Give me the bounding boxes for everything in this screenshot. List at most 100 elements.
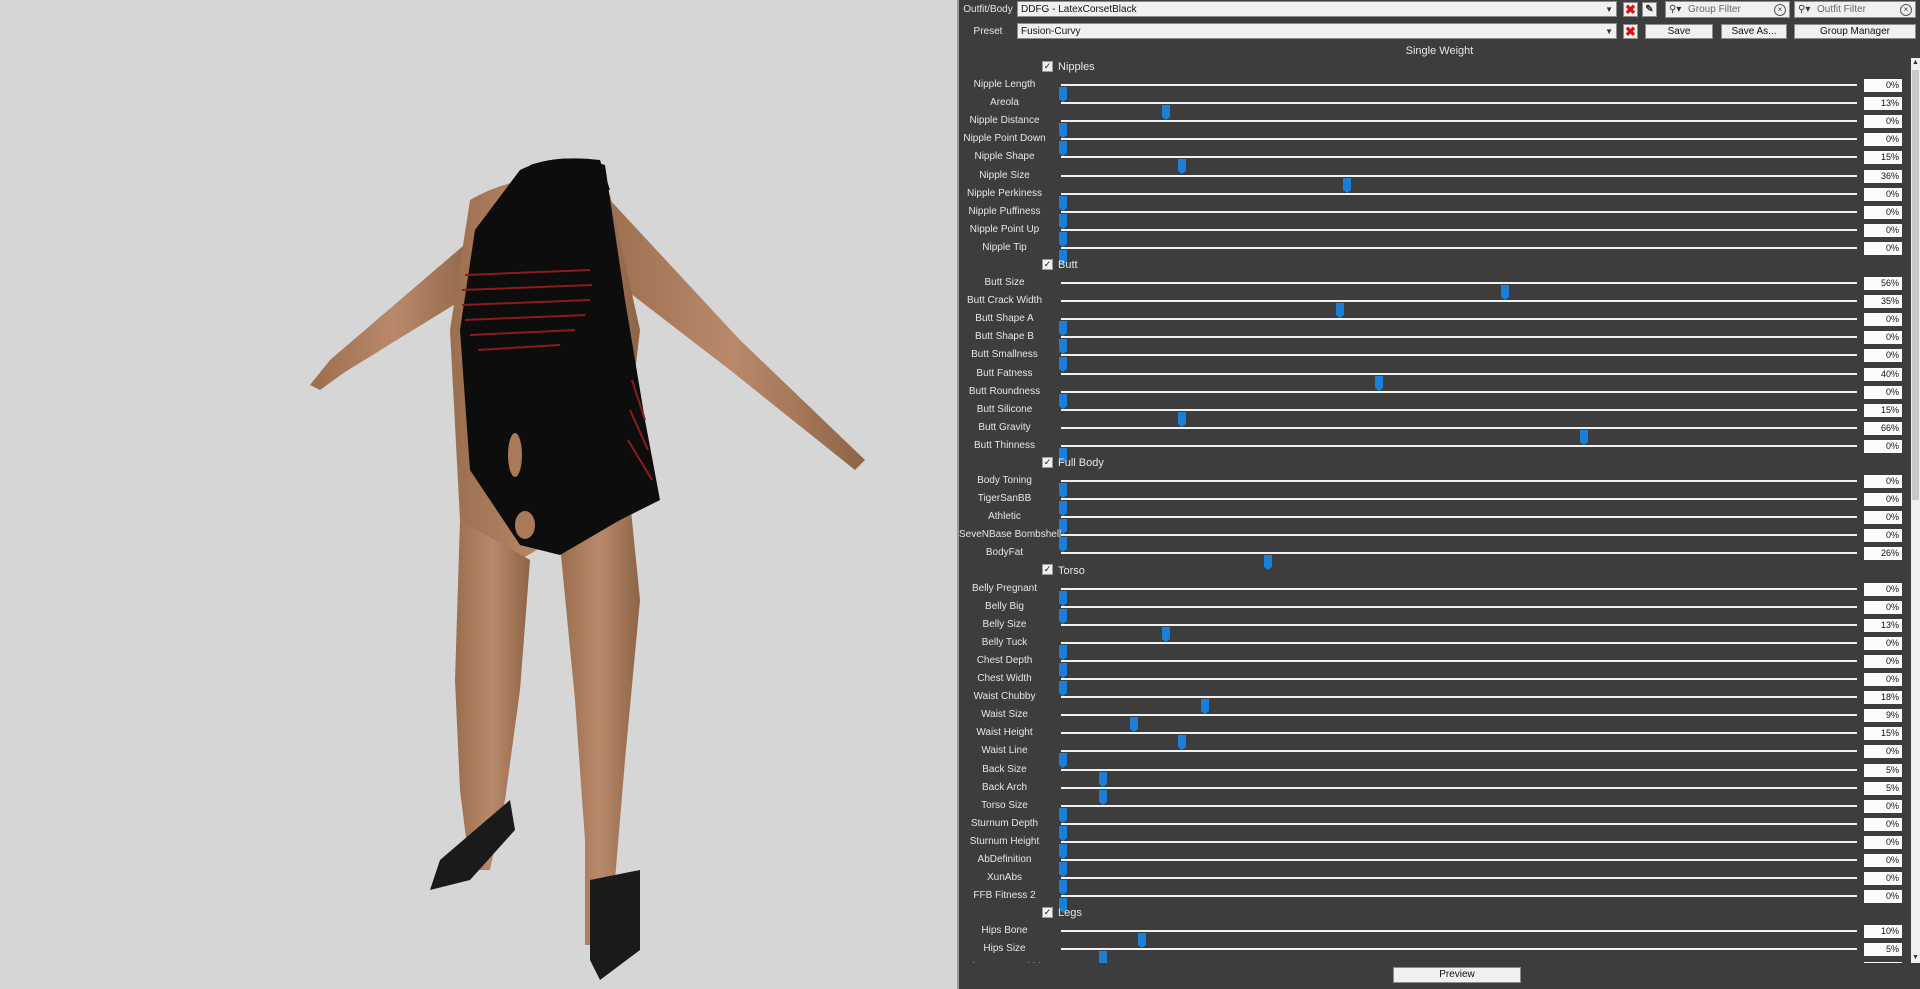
3d-preview-viewport[interactable] bbox=[0, 0, 957, 989]
preset-delete-button[interactable]: ✖ bbox=[1623, 24, 1638, 39]
slider-track[interactable] bbox=[1059, 480, 1857, 498]
slider-list[interactable]: ✓ Nipples Nipple Length 0% Areola 13% Nipple D… bbox=[959, 58, 1911, 963]
scrollbar-thumb[interactable] bbox=[1912, 70, 1919, 500]
slider-track[interactable] bbox=[1059, 605, 1857, 624]
slider-track[interactable] bbox=[1061, 156, 1857, 175]
group-header[interactable]: ✓ Torso bbox=[1042, 564, 1085, 579]
slider-track[interactable] bbox=[1059, 336, 1857, 355]
slider-value-field[interactable]: 0% bbox=[1864, 349, 1902, 363]
outfit-filter-input[interactable]: ⚲▾ Outfit Filter × bbox=[1794, 1, 1916, 18]
slider-track[interactable] bbox=[1059, 895, 1857, 914]
slider-value-field[interactable]: 0% bbox=[1864, 205, 1902, 219]
slider-track[interactable] bbox=[1059, 246, 1857, 265]
slider-value-field[interactable]: 9% bbox=[1864, 709, 1902, 723]
slider-value-field[interactable]: 18% bbox=[1864, 691, 1902, 705]
slider-value-field[interactable]: 10% bbox=[1864, 925, 1902, 939]
slider-track[interactable] bbox=[1059, 659, 1857, 678]
slider-track[interactable] bbox=[1059, 318, 1857, 337]
slider-value-field[interactable]: 29% bbox=[1864, 961, 1902, 963]
slider-value-field[interactable]: 0% bbox=[1864, 600, 1902, 614]
slider-track[interactable] bbox=[1059, 822, 1857, 841]
slider-value-field[interactable]: 5% bbox=[1864, 763, 1902, 777]
slider-track[interactable] bbox=[1059, 804, 1857, 823]
slider-track[interactable] bbox=[1059, 228, 1857, 247]
slider-track[interactable] bbox=[1059, 210, 1857, 229]
slider-track[interactable] bbox=[1059, 641, 1857, 660]
group-header[interactable]: ✓ Legs bbox=[1042, 906, 1082, 921]
slider-value-field[interactable]: 0% bbox=[1864, 745, 1902, 759]
slider-track[interactable] bbox=[1061, 372, 1857, 391]
slider-value-field[interactable]: 0% bbox=[1864, 673, 1902, 686]
clear-circle-icon[interactable]: × bbox=[1900, 4, 1912, 16]
slider-track[interactable] bbox=[1061, 102, 1857, 121]
slider-value-field[interactable]: 0% bbox=[1864, 331, 1902, 345]
slider-track[interactable] bbox=[1059, 534, 1857, 553]
checkbox-checked-icon[interactable]: ✓ bbox=[1042, 258, 1053, 270]
preset-combo[interactable]: Fusion-Curvy ▼ bbox=[1017, 23, 1617, 39]
outfit-combo[interactable]: DDFG - LatexCorsetBlack ▼ bbox=[1017, 1, 1617, 17]
slider-value-field[interactable]: 40% bbox=[1864, 367, 1902, 381]
checkbox-checked-icon[interactable]: ✓ bbox=[1042, 564, 1053, 576]
slider-track[interactable] bbox=[1059, 390, 1857, 409]
slider-value-field[interactable]: 0% bbox=[1864, 817, 1902, 831]
slider-value-field[interactable]: 36% bbox=[1864, 169, 1902, 183]
group-manager-button[interactable]: Group Manager bbox=[1794, 24, 1916, 39]
slider-track[interactable] bbox=[1061, 408, 1857, 427]
slider-value-field[interactable]: 0% bbox=[1864, 799, 1902, 813]
slider-track[interactable] bbox=[1059, 192, 1857, 211]
slider-track[interactable] bbox=[1059, 859, 1857, 877]
slider-value-field[interactable]: 13% bbox=[1864, 97, 1902, 111]
slider-track[interactable] bbox=[1061, 768, 1857, 787]
slider-value-field[interactable]: 0% bbox=[1864, 385, 1902, 399]
slider-thumb[interactable] bbox=[1264, 555, 1273, 571]
slider-track[interactable] bbox=[1061, 696, 1857, 715]
slider-value-field[interactable]: 56% bbox=[1864, 277, 1902, 290]
slider-value-field[interactable]: 26% bbox=[1864, 547, 1902, 561]
slider-value-field[interactable]: 15% bbox=[1864, 151, 1902, 165]
slider-track[interactable] bbox=[1059, 498, 1857, 517]
slider-value-field[interactable]: 5% bbox=[1864, 781, 1902, 795]
slider-track[interactable] bbox=[1059, 750, 1857, 769]
save-as-button[interactable]: Save As... bbox=[1721, 24, 1787, 39]
slider-track[interactable] bbox=[1059, 120, 1857, 139]
slider-track[interactable] bbox=[1061, 786, 1857, 805]
preview-button[interactable]: Preview bbox=[1393, 967, 1521, 983]
slider-value-field[interactable]: 0% bbox=[1864, 79, 1902, 92]
slider-track[interactable] bbox=[1061, 300, 1857, 319]
slider-value-field[interactable]: 0% bbox=[1864, 511, 1902, 525]
outfit-delete-button[interactable]: ✖ bbox=[1623, 2, 1638, 17]
slider-value-field[interactable]: 0% bbox=[1864, 872, 1902, 886]
slider-value-field[interactable]: 0% bbox=[1864, 187, 1902, 201]
slider-track[interactable] bbox=[1061, 623, 1857, 642]
slider-track[interactable] bbox=[1059, 587, 1857, 606]
eyedropper-button[interactable]: ✎ bbox=[1642, 2, 1657, 17]
slider-value-field[interactable]: 0% bbox=[1864, 529, 1902, 543]
slider-track[interactable] bbox=[1059, 840, 1857, 859]
scroll-up-icon[interactable]: ▲ bbox=[1911, 58, 1920, 68]
group-filter-input[interactable]: ⚲▾ Group Filter × bbox=[1665, 1, 1790, 18]
slider-value-field[interactable]: 66% bbox=[1864, 421, 1902, 435]
slider-track[interactable] bbox=[1061, 282, 1857, 300]
slider-track[interactable] bbox=[1059, 138, 1857, 157]
slider-track[interactable] bbox=[1059, 877, 1857, 896]
scroll-down-icon[interactable]: ▼ bbox=[1911, 953, 1920, 963]
checkbox-checked-icon[interactable]: ✓ bbox=[1042, 60, 1053, 72]
slider-value-field[interactable]: 0% bbox=[1864, 493, 1902, 507]
save-button[interactable]: Save bbox=[1645, 24, 1713, 39]
slider-track[interactable] bbox=[1059, 354, 1857, 373]
slider-track[interactable] bbox=[1059, 84, 1857, 102]
clear-circle-icon[interactable]: × bbox=[1774, 4, 1786, 16]
slider-value-field[interactable]: 5% bbox=[1864, 943, 1902, 957]
group-header[interactable]: ✓ Full Body bbox=[1042, 456, 1104, 471]
slider-value-field[interactable]: 0% bbox=[1864, 475, 1902, 488]
slider-track[interactable] bbox=[1061, 426, 1857, 445]
slider-value-field[interactable]: 0% bbox=[1864, 133, 1902, 147]
slider-track[interactable] bbox=[1061, 948, 1857, 963]
checkbox-checked-icon[interactable]: ✓ bbox=[1042, 456, 1053, 468]
group-header[interactable]: ✓ Butt bbox=[1042, 258, 1078, 273]
slider-value-field[interactable]: 0% bbox=[1864, 835, 1902, 849]
slider-value-field[interactable]: 0% bbox=[1864, 636, 1902, 650]
slider-value-field[interactable]: 0% bbox=[1864, 241, 1902, 255]
slider-value-field[interactable]: 13% bbox=[1864, 618, 1902, 632]
slider-value-field[interactable]: 0% bbox=[1864, 582, 1902, 596]
